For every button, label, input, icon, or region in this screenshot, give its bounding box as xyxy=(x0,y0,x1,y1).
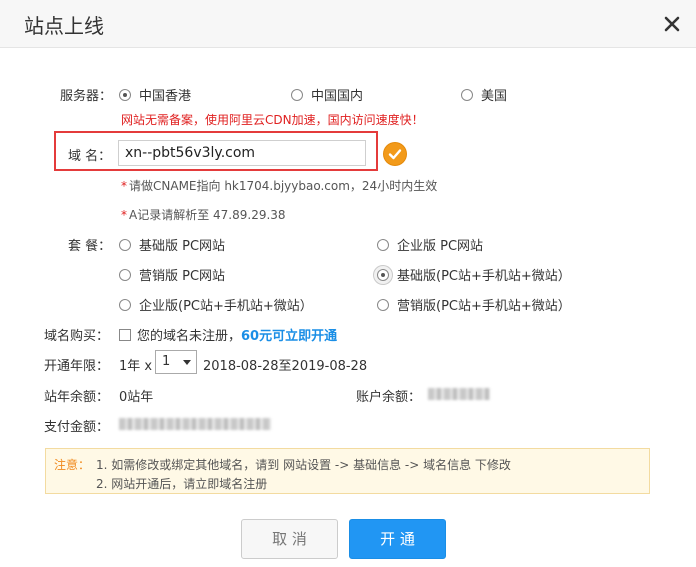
cname-hint-text: 请做CNAME指向 hk1704.bjyybao.com，24小时内生效 xyxy=(129,179,438,193)
notice-box: 注意： 1. 如需修改或绑定其他域名，请到 网站设置 -> 基础信息 -> 域名… xyxy=(45,448,650,494)
server-label: 服务器： xyxy=(60,89,113,104)
close-icon[interactable] xyxy=(660,12,684,36)
dialog-header: 站点上线 xyxy=(0,0,696,48)
package-option-label: 企业版(PC站+手机站+微站） xyxy=(139,299,313,314)
radio-button[interactable] xyxy=(291,88,303,101)
purchase-label: 域名购买： xyxy=(44,329,110,344)
account-balance-redacted xyxy=(428,386,490,401)
site-balance-label: 站年余额： xyxy=(44,390,110,405)
domain-input[interactable] xyxy=(118,140,366,166)
years-select[interactable]: 1 xyxy=(155,350,197,374)
package-option-label: 企业版 PC网站 xyxy=(397,239,484,254)
server-option-label: 中国香港 xyxy=(139,89,192,104)
radio-button[interactable] xyxy=(119,268,131,281)
package-option-label: 营销版 PC网站 xyxy=(139,269,226,284)
server-option-hk[interactable]: 中国香港 xyxy=(119,85,191,104)
duration-range: 2018-08-28至2019-08-28 xyxy=(203,359,368,374)
package-option-label: 营销版(PC站+手机站+微站） xyxy=(397,299,571,314)
purchase-text: 您的域名未注册， xyxy=(137,329,242,344)
server-option-cn[interactable]: 中国国内 xyxy=(291,85,363,104)
radio-button-checked[interactable] xyxy=(377,268,389,281)
years-select-value: 1 xyxy=(162,354,171,369)
notice-line-1: 1. 如需修改或绑定其他域名，请到 网站设置 -> 基础信息 -> 域名信息 下… xyxy=(96,458,511,472)
package-label: 套 餐： xyxy=(68,239,112,254)
open-button[interactable]: 开 通 xyxy=(349,519,446,559)
purchase-checkbox-row[interactable]: 您的域名未注册， 60元可立即开通 xyxy=(119,325,337,344)
radio-button[interactable] xyxy=(119,238,131,251)
domain-label: 域 名： xyxy=(68,149,112,164)
check-circle-icon xyxy=(384,143,406,165)
radio-button[interactable] xyxy=(119,298,131,311)
package-option-enterprise-pc[interactable]: 企业版 PC网站 xyxy=(377,235,483,254)
server-note: 网站无需备案，使用阿里云CDN加速，国内访问速度快！ xyxy=(121,113,424,127)
package-option-basic-pc[interactable]: 基础版 PC网站 xyxy=(119,235,225,254)
server-option-label: 美国 xyxy=(481,89,508,104)
register-domain-checkbox[interactable] xyxy=(119,328,131,341)
payment-value-redacted xyxy=(119,416,271,431)
dialog-title: 站点上线 xyxy=(24,14,104,38)
chevron-down-icon xyxy=(183,360,191,365)
site-launch-dialog: 站点上线 服务器： 中国香港 中国国内 美国 网站无需备案，使用阿里云CDN加速… xyxy=(0,0,696,567)
package-option-enterprise-full[interactable]: 企业版(PC站+手机站+微站） xyxy=(119,295,313,314)
radio-button[interactable] xyxy=(461,88,473,101)
duration-label: 开通年限： xyxy=(44,359,110,374)
site-balance-value: 0站年 xyxy=(119,390,154,405)
a-record-hint: * A记录请解析至 47.89.29.38 xyxy=(121,206,286,223)
cname-hint: * 请做CNAME指向 hk1704.bjyybao.com，24小时内生效 xyxy=(121,177,437,194)
cancel-button[interactable]: 取 消 xyxy=(241,519,338,559)
package-option-marketing-pc[interactable]: 营销版 PC网站 xyxy=(119,265,225,284)
radio-button[interactable] xyxy=(377,298,389,311)
payment-label: 支付金额： xyxy=(44,420,110,435)
server-option-label: 中国国内 xyxy=(311,89,364,104)
a-record-hint-text: A记录请解析至 47.89.29.38 xyxy=(129,208,286,222)
purchase-link[interactable]: 60元可立即开通 xyxy=(241,325,337,344)
account-balance-label: 账户余额： xyxy=(356,390,422,405)
server-option-us[interactable]: 美国 xyxy=(461,85,507,104)
required-star: * xyxy=(121,179,127,193)
notice-line-2: 2. 网站开通后，请立即域名注册 xyxy=(96,477,268,491)
notice-label: 注意： xyxy=(54,458,91,472)
required-star: * xyxy=(121,208,127,222)
duration-prefix: 1年 x xyxy=(119,359,153,374)
package-option-label: 基础版 PC网站 xyxy=(139,239,226,254)
package-option-basic-full[interactable]: 基础版(PC站+手机站+微站） xyxy=(377,265,571,284)
package-option-marketing-full[interactable]: 营销版(PC站+手机站+微站） xyxy=(377,295,571,314)
radio-button-checked[interactable] xyxy=(119,88,131,101)
radio-button[interactable] xyxy=(377,238,389,251)
package-option-label: 基础版(PC站+手机站+微站） xyxy=(397,269,571,284)
